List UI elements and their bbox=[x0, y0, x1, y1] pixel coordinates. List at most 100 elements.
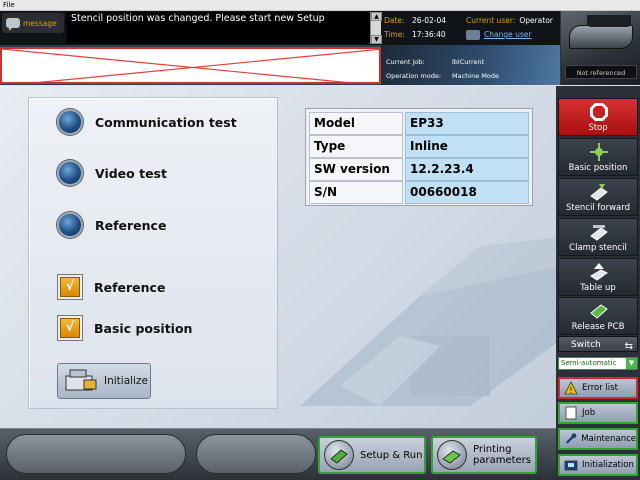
message-icon bbox=[6, 18, 20, 31]
info-value: 00660018 bbox=[405, 181, 529, 204]
check-reference: √ Reference bbox=[57, 274, 165, 300]
test-label: Reference bbox=[95, 217, 167, 233]
scroll-up-icon[interactable]: ▲ bbox=[371, 12, 382, 21]
user-info: Current user: Operator Change user bbox=[466, 14, 553, 42]
check-mark-icon: √ bbox=[60, 277, 80, 297]
printing-parameters-label: Printing parameters bbox=[473, 444, 531, 466]
message-button[interactable]: message bbox=[2, 13, 64, 33]
machine-info-table: Model EP33 Type Inline SW version 12.2.23.4… bbox=[305, 108, 533, 206]
table-row: Model EP33 bbox=[309, 112, 529, 135]
table-up-icon bbox=[590, 263, 608, 281]
current-job-value: lblCurrent bbox=[452, 58, 485, 66]
logo-icon bbox=[569, 25, 633, 49]
setup-run-button[interactable]: Setup & Run bbox=[318, 436, 426, 474]
test-reference: Reference bbox=[57, 212, 166, 238]
status-led-icon bbox=[57, 212, 83, 238]
status-led-icon bbox=[57, 160, 83, 186]
clamp-stencil-label: Clamp stencil bbox=[569, 243, 627, 253]
menu-file[interactable]: File bbox=[3, 1, 15, 9]
job-label: Job bbox=[582, 408, 596, 418]
test-label: Communication test bbox=[95, 114, 237, 130]
bottom-decoration-left bbox=[6, 434, 186, 474]
error-list-label: Error list bbox=[582, 383, 618, 393]
message-scrollbar[interactable]: ▲ ▼ bbox=[370, 12, 382, 44]
table-up-label: Table up bbox=[580, 283, 616, 293]
stencil-forward-button[interactable]: Stencil forward bbox=[558, 178, 638, 216]
switch-button[interactable]: Switch ⇆ bbox=[558, 336, 638, 352]
initialization-button[interactable]: Initialization bbox=[558, 454, 638, 476]
message-box: Stencil position was changed. Please sta… bbox=[66, 12, 370, 44]
machine-background-illustration bbox=[300, 237, 556, 406]
check-mark-icon: √ bbox=[60, 318, 80, 338]
time-value: 17:36:40 bbox=[412, 30, 446, 39]
basic-position-label: Basic position bbox=[568, 163, 628, 173]
logo-area: Not referenced bbox=[560, 11, 640, 85]
crosshair-icon bbox=[590, 143, 608, 161]
info-key: Model bbox=[309, 112, 403, 135]
release-pcb-label: Release PCB bbox=[571, 322, 625, 332]
mode-select[interactable]: Semi-automatic ▼ bbox=[558, 357, 638, 370]
job-button[interactable]: Job bbox=[558, 402, 638, 424]
pcb-icon bbox=[590, 304, 608, 319]
test-communication: Communication test bbox=[57, 109, 237, 135]
status-led-icon bbox=[57, 109, 83, 135]
test-video: Video test bbox=[57, 160, 167, 186]
time-label: Time: bbox=[384, 30, 405, 39]
maintenance-button[interactable]: Maintenance bbox=[558, 428, 638, 450]
check-basic-position: √ Basic position bbox=[57, 315, 192, 341]
info-value: Inline bbox=[405, 135, 529, 158]
release-pcb-button[interactable]: Release PCB bbox=[558, 297, 638, 335]
mode-value: Semi-automatic bbox=[561, 359, 617, 367]
current-user-label: Current user: bbox=[466, 16, 516, 25]
logo-tab bbox=[587, 15, 631, 27]
info-key: Type bbox=[309, 135, 403, 158]
check-label: Basic position bbox=[94, 320, 193, 336]
broken-image-icon bbox=[2, 49, 379, 82]
stencil-forward-icon bbox=[590, 184, 608, 201]
stop-label: Stop bbox=[588, 123, 608, 133]
initialize-button[interactable]: Initialize bbox=[57, 363, 151, 399]
table-row: SW version 12.2.23.4 bbox=[309, 158, 529, 181]
info-key: S/N bbox=[309, 181, 403, 204]
setup-run-icon bbox=[324, 440, 354, 470]
current-job-label: Current job: bbox=[386, 58, 425, 66]
chevron-down-icon[interactable]: ▼ bbox=[626, 358, 637, 369]
table-row: S/N 00660018 bbox=[309, 181, 529, 204]
printing-parameters-button[interactable]: Printing parameters bbox=[431, 436, 537, 474]
wrench-icon bbox=[566, 433, 577, 444]
switch-arrows-icon: ⇆ bbox=[624, 341, 633, 352]
table-row: Type Inline bbox=[309, 135, 529, 158]
check-label: Reference bbox=[94, 279, 166, 295]
test-label: Video test bbox=[95, 165, 167, 181]
switch-label: Switch bbox=[571, 340, 601, 350]
date-time: Date: 26-02-04 Time: 17:36:40 bbox=[384, 14, 446, 42]
users-icon bbox=[466, 30, 480, 40]
initialization-icon bbox=[564, 460, 578, 471]
maintenance-label: Maintenance bbox=[581, 434, 636, 444]
menu-bar: File bbox=[0, 0, 640, 11]
operation-mode-value: Machine Mode bbox=[452, 72, 499, 80]
operation-mode-label: Operation mode: bbox=[386, 72, 442, 80]
clamp-stencil-button[interactable]: Clamp stencil bbox=[558, 218, 638, 256]
machine-icon bbox=[65, 369, 97, 391]
current-user-value: Operator bbox=[519, 16, 553, 25]
document-icon bbox=[565, 406, 577, 420]
stop-button[interactable]: Stop bbox=[558, 98, 638, 136]
basic-position-button[interactable]: Basic position bbox=[558, 138, 638, 176]
checkbox: √ bbox=[57, 315, 83, 341]
change-user-label: Change user bbox=[484, 30, 532, 39]
image-placeholder bbox=[0, 47, 381, 84]
info-value: EP33 bbox=[405, 112, 529, 135]
printing-parameters-line1: Printing bbox=[473, 444, 512, 455]
info-value: 12.2.23.4 bbox=[405, 158, 529, 181]
job-info: Current job: lblCurrent Operation mode: Ma… bbox=[386, 55, 499, 83]
clamp-icon bbox=[590, 225, 608, 241]
change-user-button[interactable]: Change user bbox=[466, 28, 553, 42]
info-key: SW version bbox=[309, 158, 403, 181]
error-list-button[interactable]: ! Error list bbox=[558, 377, 638, 399]
initialize-label: Initialize bbox=[104, 375, 148, 387]
scroll-down-icon[interactable]: ▼ bbox=[371, 35, 382, 44]
printing-parameters-line2: parameters bbox=[473, 455, 532, 466]
message-label: message bbox=[23, 18, 57, 28]
table-up-button[interactable]: Table up bbox=[558, 258, 638, 296]
